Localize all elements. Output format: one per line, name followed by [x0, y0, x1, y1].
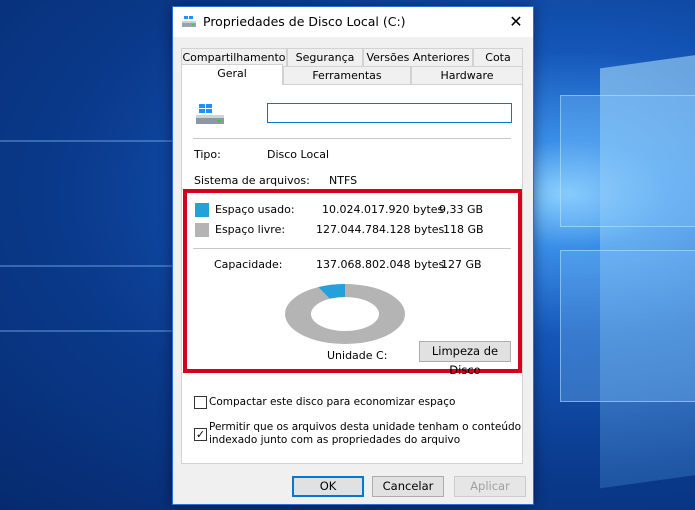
tab-seguranca[interactable]: Segurança	[287, 48, 363, 66]
donut-hole	[311, 297, 379, 331]
capacity-gb: 127 GB	[441, 258, 482, 271]
window-title: Propriedades de Disco Local (C:)	[203, 14, 406, 29]
filesystem-label: Sistema de arquivos:	[194, 174, 310, 187]
compress-label: Compactar este disco para economizar esp…	[209, 396, 456, 408]
close-button[interactable]: ✕	[499, 7, 533, 37]
capacity-label: Capacidade:	[214, 258, 283, 271]
light-beam	[0, 265, 172, 267]
drive-label: Unidade C:	[327, 349, 388, 362]
cancel-button[interactable]: Cancelar	[372, 476, 444, 497]
index-label-line1: Permitir que os arquivos desta unidade t…	[209, 421, 522, 433]
used-space-label: Espaço usado:	[215, 203, 295, 216]
tab-cota[interactable]: Cota	[473, 48, 523, 66]
drive-large-icon	[195, 103, 225, 130]
type-label: Tipo:	[194, 148, 221, 161]
used-space-swatch	[195, 203, 209, 217]
apply-button[interactable]: Aplicar	[454, 476, 526, 497]
compress-checkbox[interactable]	[194, 396, 207, 409]
drive-name-input[interactable]	[267, 103, 512, 123]
ok-button[interactable]: OK	[292, 476, 364, 497]
windows-logo-pane	[560, 95, 695, 227]
disk-usage-donut	[285, 284, 405, 344]
capacity-bytes: 137.068.802.048 bytes	[316, 258, 445, 271]
type-value: Disco Local	[267, 148, 330, 161]
divider	[193, 138, 511, 139]
free-space-gb: 118 GB	[443, 223, 484, 236]
drive-icon	[181, 15, 197, 32]
index-label-line2: indexado junto com as propriedades do ar…	[209, 434, 461, 446]
disk-cleanup-button[interactable]: Limpeza de Disco	[419, 341, 511, 377]
free-space-swatch	[195, 223, 209, 237]
filesystem-value: NTFS	[329, 174, 358, 187]
divider	[193, 248, 511, 249]
used-space-gb: 9,33 GB	[439, 203, 484, 216]
windows-logo-pane	[560, 250, 695, 402]
tab-hardware[interactable]: Hardware	[411, 66, 523, 84]
tab-ferramentas[interactable]: Ferramentas	[283, 66, 411, 84]
light-beam	[0, 140, 172, 142]
free-space-label: Espaço livre:	[215, 223, 286, 236]
title-bar[interactable]: Propriedades de Disco Local (C:) ✕	[173, 7, 533, 37]
light-beam	[0, 330, 172, 332]
properties-dialog: Propriedades de Disco Local (C:) ✕ Compa…	[172, 6, 534, 505]
tab-versoes-anteriores[interactable]: Versões Anteriores	[363, 48, 473, 66]
tab-geral[interactable]: Geral	[181, 64, 283, 85]
index-checkbox[interactable]: ✓	[194, 428, 207, 441]
free-space-bytes: 127.044.784.128 bytes	[316, 223, 445, 236]
used-space-bytes: 10.024.017.920 bytes	[322, 203, 444, 216]
